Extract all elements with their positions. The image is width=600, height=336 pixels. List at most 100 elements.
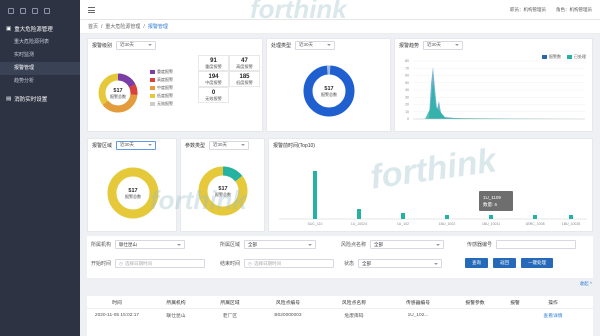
sidebar-item-alarm[interactable]: 报警管理 [0,62,80,75]
y-tick-label: 50 [405,81,409,85]
chevron-down-icon [148,144,153,146]
filter-panel: 所属机构 联仕昆山 所属区域 全部 风险点名称 全部 传感器编号 开始时间 ◷ 选… [87,236,593,278]
donut-label: 报警总数 [321,91,337,97]
settings-icon[interactable] [44,8,50,14]
panel-title: 参数类型 [185,142,206,149]
y-tick-label: 20 [405,103,409,107]
chevron-down-icon [434,262,439,265]
period-select[interactable]: 近30天 [295,40,336,50]
user-label[interactable]: 角色：机构管理员 [556,7,592,13]
view-detail-link[interactable]: 查看详情 [529,312,577,319]
legend-item: 无效报警 [150,101,173,107]
start-label: 开始时间 [91,261,112,267]
breadcrumb-home[interactable]: 首页 [88,23,98,30]
y-tick-label: 40 [405,88,409,92]
end-date-input[interactable]: ◷ 选择日期时间 [244,259,335,268]
org-select[interactable]: 联仕昆山 [115,240,186,249]
table-header: 时间 所属机构 所属区域 风险点编号 风险点名称 传感器编号 报警参数 报警 操… [87,296,593,309]
collapse-link[interactable]: 收起 ^ [580,281,592,287]
legend-item: 高度报警 [150,77,173,83]
donut-label: 报警总数 [215,191,231,197]
handling-donut: 517 报警总数 [303,65,355,117]
stat-cell: 185 低度报警 [229,71,260,87]
x-tick-label: 1U_102 [397,222,409,226]
risk-select[interactable]: 全部 [370,240,445,249]
param-donut: 517 报警总数 [198,166,248,216]
period-select[interactable]: 近30天 [116,40,157,50]
breadcrumb-level2[interactable]: 重大危险源管理 [105,23,140,30]
x-tick-label: 1BU_10025 [562,222,581,226]
donut-label: 报警总数 [110,93,126,99]
levels-legend: 重度报警 高度报警 中度报警 低度报警 无效报警 [150,69,173,107]
breadcrumb-current: 报警管理 [147,24,168,30]
bar [533,215,537,219]
batch-handle-button[interactable]: 一键处理 [521,258,553,268]
alarm-table: 时间 所属机构 所属区域 风险点编号 风险点名称 传感器编号 报警参数 报警 操… [87,296,593,336]
stat-cell: 0 无效报警 [198,87,229,103]
panel-alarm-trend: 报警趋势 近30天 报警数 已处理 80 70 60 50 40 30 20 10 0 [394,38,593,132]
sidebar: ▣ 重大危险源管理 重大危险源列表 实时监测 报警管理 趋势分析 ▤ 消防实时设… [0,0,80,336]
tooltip [479,191,513,211]
y-tick-label: 60 [405,74,409,78]
bar [401,213,405,219]
panel-alarm-region: 报警区域 近30天 517 报警总数 [87,138,177,232]
top10-chart: SUC_110 1U_10024 1U_102 1BU_1002 1BU_100… [279,171,587,226]
region-donut: 517 报警总数 [107,167,159,219]
y-tick-label: 0 [407,117,409,121]
panel-param-type: 参数类型 近30天 517 报警总数 [180,138,265,232]
y-tick-label: 80 [405,59,409,63]
chevron-down-icon [148,44,153,46]
reset-button[interactable]: 返回 [493,258,516,268]
grid-icon[interactable] [20,8,26,14]
stat-cell: 194 中度报警 [198,71,229,87]
home-icon[interactable] [8,8,14,14]
clock-icon: ◷ [119,260,123,266]
stat-cell: 47 高度报警 [229,55,260,71]
menu-icon[interactable] [88,6,95,13]
bar [445,215,449,219]
area-select[interactable]: 全部 [244,240,317,249]
x-tick-label: 1BU_10011 [482,222,500,226]
chevron-down-icon [308,243,313,246]
area-label: 所属区域 [220,242,241,248]
panel-alarm-levels: 报警级别 近30天 517 报警总数 重度报警 高度报警 中度报警 低度报警 无… [87,38,263,132]
y-tick-label: 10 [405,110,409,114]
stat-cell: 91 重度报警 [198,55,229,71]
start-date-input[interactable]: ◷ 选择日期时间 [115,259,206,268]
clock-icon: ◷ [248,260,252,266]
x-tick-label: 1BRC_1008 [525,222,544,226]
query-button[interactable]: 查询 [465,258,488,268]
sidebar-item-trend[interactable]: 趋势分析 [0,75,80,88]
sidebar-item-hazard-list[interactable]: 重大危险源列表 [0,36,80,49]
x-tick-label: 1BU_1002 [439,222,456,226]
bell-icon[interactable] [32,8,38,14]
legend-item: 低度报警 [150,93,173,99]
sidebar-group-fire[interactable]: ▤ 消防实时设置 [0,92,80,106]
tooltip-value: 数量: 6 [483,201,498,208]
x-tick-label: SUC_110 [308,222,323,226]
period-select[interactable]: 近30天 [209,140,250,150]
x-tick-label: 1U_10024 [351,222,367,226]
sidebar-group-hazard[interactable]: ▣ 重大危险源管理 [0,22,80,36]
panel-top10: 报警前时间(Top10) SUC_110 1U_10024 1U_102 1BU… [268,138,593,232]
panel-title: 处理类型 [271,42,292,49]
table-row[interactable]: 2020-11-05 15:02:17 联仕昆山 老厂区 B020000003 … [87,309,593,322]
role-label: 职员：机构管理员 [510,6,546,12]
panel-title: 报警级别 [92,42,113,49]
chevron-down-icon [327,44,332,46]
trend-area-handled [413,81,585,119]
status-label: 状态 [344,261,355,267]
legend-item: 中度报警 [150,85,173,91]
x-tick-labels: SUC_110 1U_10024 1U_102 1BU_1002 1BU_100… [308,222,581,226]
levels-stats-grid: 91 重度报警 47 高度报警 194 中度报警 185 低度报警 0 无效报警 [198,55,260,103]
org-label: 所属机构 [91,242,112,248]
sidebar-toolbar [0,0,80,22]
status-select[interactable]: 全部 [358,259,443,268]
folder-icon: ▣ [6,26,12,32]
y-tick-label: 70 [405,66,409,70]
sidebar-item-realtime[interactable]: 实时监测 [0,49,80,62]
topbar: 职员：机构管理员 角色：机构管理员 [80,0,600,20]
period-select[interactable]: 近30天 [116,140,157,150]
breadcrumb: 首页 / 重大危险源管理 / 报警管理 [80,20,600,34]
sensor-input[interactable] [496,240,577,249]
